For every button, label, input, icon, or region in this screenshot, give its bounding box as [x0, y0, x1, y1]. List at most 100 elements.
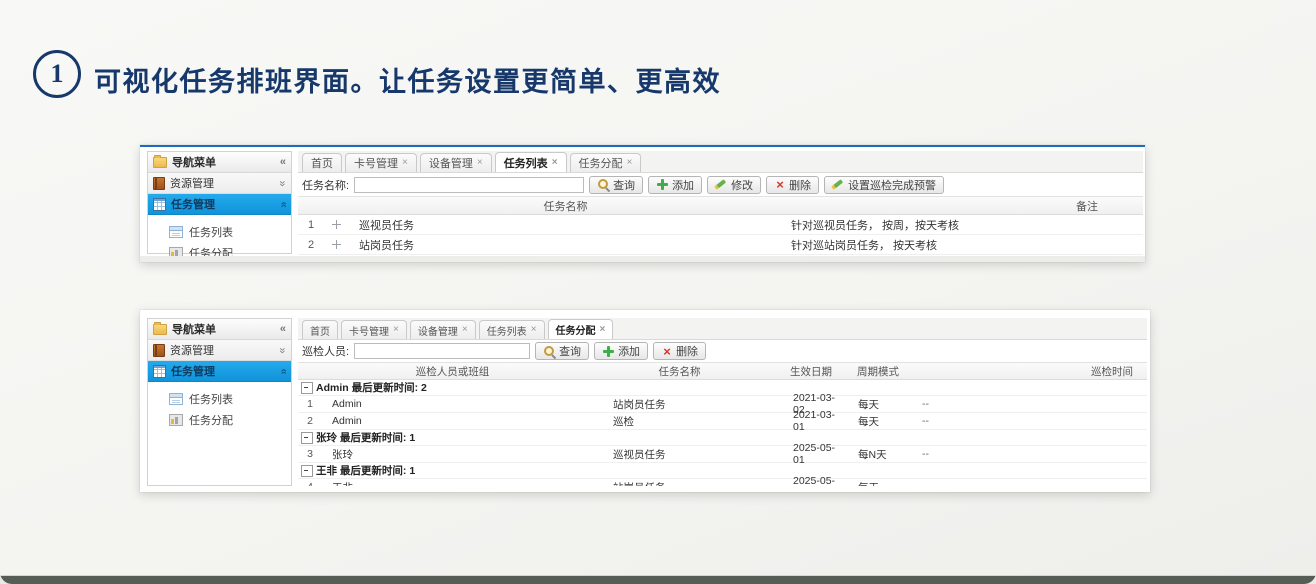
close-icon[interactable]: ×: [600, 325, 606, 335]
column-inspect-time[interactable]: 巡检时间: [910, 364, 1147, 379]
time-cell: --: [910, 415, 1147, 427]
move-icon[interactable]: [331, 219, 342, 230]
sidebar-item-task-list[interactable]: 任务列表: [148, 388, 291, 409]
date-cell: 2021-03-01: [776, 409, 846, 433]
chevron-down-icon[interactable]: «: [277, 347, 288, 353]
nav-header-label: 导航菜单: [172, 321, 216, 337]
date-cell: 2025-05-01: [776, 442, 846, 466]
sidebar-item-label: 任务列表: [189, 224, 233, 240]
column-task-name[interactable]: 任务名称: [583, 364, 776, 379]
inspector-input[interactable]: [354, 343, 530, 359]
page-frame: 1 可视化任务排班界面。让任务设置更简单、更高效 导航菜单 « 资源管理 « 任…: [0, 0, 1316, 584]
book-icon: [153, 177, 165, 190]
add-button[interactable]: 添加: [594, 342, 648, 360]
edit-button[interactable]: 修改: [707, 176, 761, 194]
task-name-cell: 站岗员任务: [348, 237, 783, 253]
group-row[interactable]: Admin 最后更新时间: 2: [298, 380, 1147, 396]
column-effective-date[interactable]: 生效日期: [776, 364, 846, 379]
nav-group-resources[interactable]: 资源管理 «: [148, 173, 291, 194]
tab-device-management[interactable]: 设备管理 ×: [410, 320, 476, 339]
row-number: 1: [298, 219, 324, 231]
plus-icon: [656, 178, 669, 191]
task-cell: 巡视员任务: [583, 447, 776, 462]
group-row[interactable]: 张玲 最后更新时间: 1: [298, 430, 1147, 446]
grid-icon: [153, 365, 166, 378]
nav-header-label: 导航菜单: [172, 154, 216, 170]
column-cycle-mode[interactable]: 周期模式: [846, 364, 910, 379]
table-icon: [169, 393, 183, 405]
close-icon[interactable]: ×: [552, 158, 558, 168]
query-button[interactable]: 查询: [535, 342, 589, 360]
row-number: 3: [298, 448, 322, 460]
close-icon[interactable]: ×: [627, 158, 633, 168]
table-row[interactable]: 1 巡视员任务 针对巡视员任务， 按周，按天考核: [298, 215, 1143, 235]
row-number: 1: [298, 398, 322, 410]
tab-task-list[interactable]: 任务列表 ×: [479, 320, 545, 339]
table-row[interactable]: 2 站岗员任务 针对巡站岗员任务， 按天考核: [298, 235, 1143, 255]
set-warning-button[interactable]: 设置巡检完成预警: [824, 176, 944, 194]
tab-task-assign[interactable]: 任务分配 ×: [548, 319, 614, 339]
chevron-up-icon[interactable]: «: [277, 368, 288, 374]
delete-button[interactable]: × 删除: [653, 342, 706, 360]
table-row[interactable]: 1 Admin 站岗员任务 2021-03-02 每天 --: [298, 396, 1147, 413]
task-cell: 站岗员任务: [583, 480, 776, 487]
tab-device-management[interactable]: 设备管理 ×: [420, 153, 492, 172]
group-label: Admin 最后更新时间: 2: [316, 380, 427, 395]
column-remark[interactable]: 备注: [783, 198, 1143, 214]
close-icon[interactable]: ×: [462, 325, 468, 335]
close-icon[interactable]: ×: [477, 158, 483, 168]
move-icon[interactable]: [331, 239, 342, 250]
header-rule: [140, 145, 1145, 147]
tab-home[interactable]: 首页: [302, 153, 342, 172]
collapse-left-icon[interactable]: «: [280, 324, 286, 335]
close-icon[interactable]: ×: [531, 325, 537, 335]
close-icon[interactable]: ×: [402, 158, 408, 168]
tab-task-list[interactable]: 任务列表 ×: [495, 152, 567, 172]
collapse-left-icon[interactable]: «: [280, 157, 286, 168]
tab-home[interactable]: 首页: [302, 320, 338, 339]
table-row[interactable]: 2 Admin 巡检 2021-03-01 每天 --: [298, 413, 1147, 430]
column-person-group[interactable]: 巡检人员或班组: [322, 364, 583, 379]
sidebar-item-label: 任务列表: [189, 391, 233, 407]
table-row[interactable]: 4 王非 站岗员任务 2025-05-01 每天 --: [298, 479, 1147, 486]
table-header: 任务名称 备注: [298, 197, 1143, 215]
navigation-panel: 导航菜单 « 资源管理 « 任务管理 « 任务列表 任务分配: [147, 318, 292, 486]
mode-cell: 每天: [846, 414, 910, 429]
group-row[interactable]: 王非 最后更新时间: 1: [298, 463, 1147, 479]
book-icon: [153, 344, 165, 357]
collapse-box-icon[interactable]: [301, 382, 313, 394]
chevron-down-icon[interactable]: «: [277, 180, 288, 186]
query-button[interactable]: 查询: [589, 176, 643, 194]
tab-task-assign[interactable]: 任务分配 ×: [570, 153, 642, 172]
date-cell: 2025-05-01: [776, 475, 846, 486]
grid-icon: [153, 198, 166, 211]
tab-card-management[interactable]: 卡号管理 ×: [341, 320, 407, 339]
collapse-box-icon[interactable]: [301, 432, 313, 444]
sidebar-item-task-list[interactable]: 任务列表: [148, 221, 291, 242]
screenshot-task-assign: 导航菜单 « 资源管理 « 任务管理 « 任务列表 任务分配: [140, 310, 1150, 492]
close-icon[interactable]: ×: [393, 325, 399, 335]
folder-icon: [153, 157, 167, 168]
add-button[interactable]: 添加: [648, 176, 702, 194]
time-cell: --: [910, 398, 1147, 410]
chevron-up-icon[interactable]: «: [277, 201, 288, 207]
sidebar-item-task-assign[interactable]: 任务分配: [148, 409, 291, 430]
task-name-input[interactable]: [354, 177, 584, 193]
nav-group-resources[interactable]: 资源管理 «: [148, 340, 291, 361]
delete-icon: ×: [661, 345, 673, 358]
nav-group-tasks[interactable]: 任务管理 «: [148, 194, 291, 215]
nav-header: 导航菜单 «: [148, 319, 291, 340]
table-row[interactable]: 3 张玲 巡视员任务 2025-05-01 每N天 --: [298, 446, 1147, 463]
pencil-icon: [715, 178, 728, 191]
collapse-box-icon[interactable]: [301, 465, 313, 477]
delete-button[interactable]: × 删除: [766, 176, 819, 194]
task-name-cell: 巡视员任务: [348, 217, 783, 233]
tab-card-management[interactable]: 卡号管理 ×: [345, 153, 417, 172]
person-cell: 张玲: [322, 447, 583, 462]
main-area: 首页 卡号管理 × 设备管理 × 任务列表 × 任务分配 ×: [298, 318, 1147, 486]
screenshot-task-list: 导航菜单 « 资源管理 « 任务管理 « 任务列表 任务分配: [140, 145, 1145, 262]
nav-group-tasks[interactable]: 任务管理 «: [148, 361, 291, 382]
remark-cell: 针对巡站岗员任务， 按天考核: [783, 237, 1143, 253]
column-task-name[interactable]: 任务名称: [348, 198, 783, 214]
nav-group-label: 资源管理: [170, 342, 214, 358]
